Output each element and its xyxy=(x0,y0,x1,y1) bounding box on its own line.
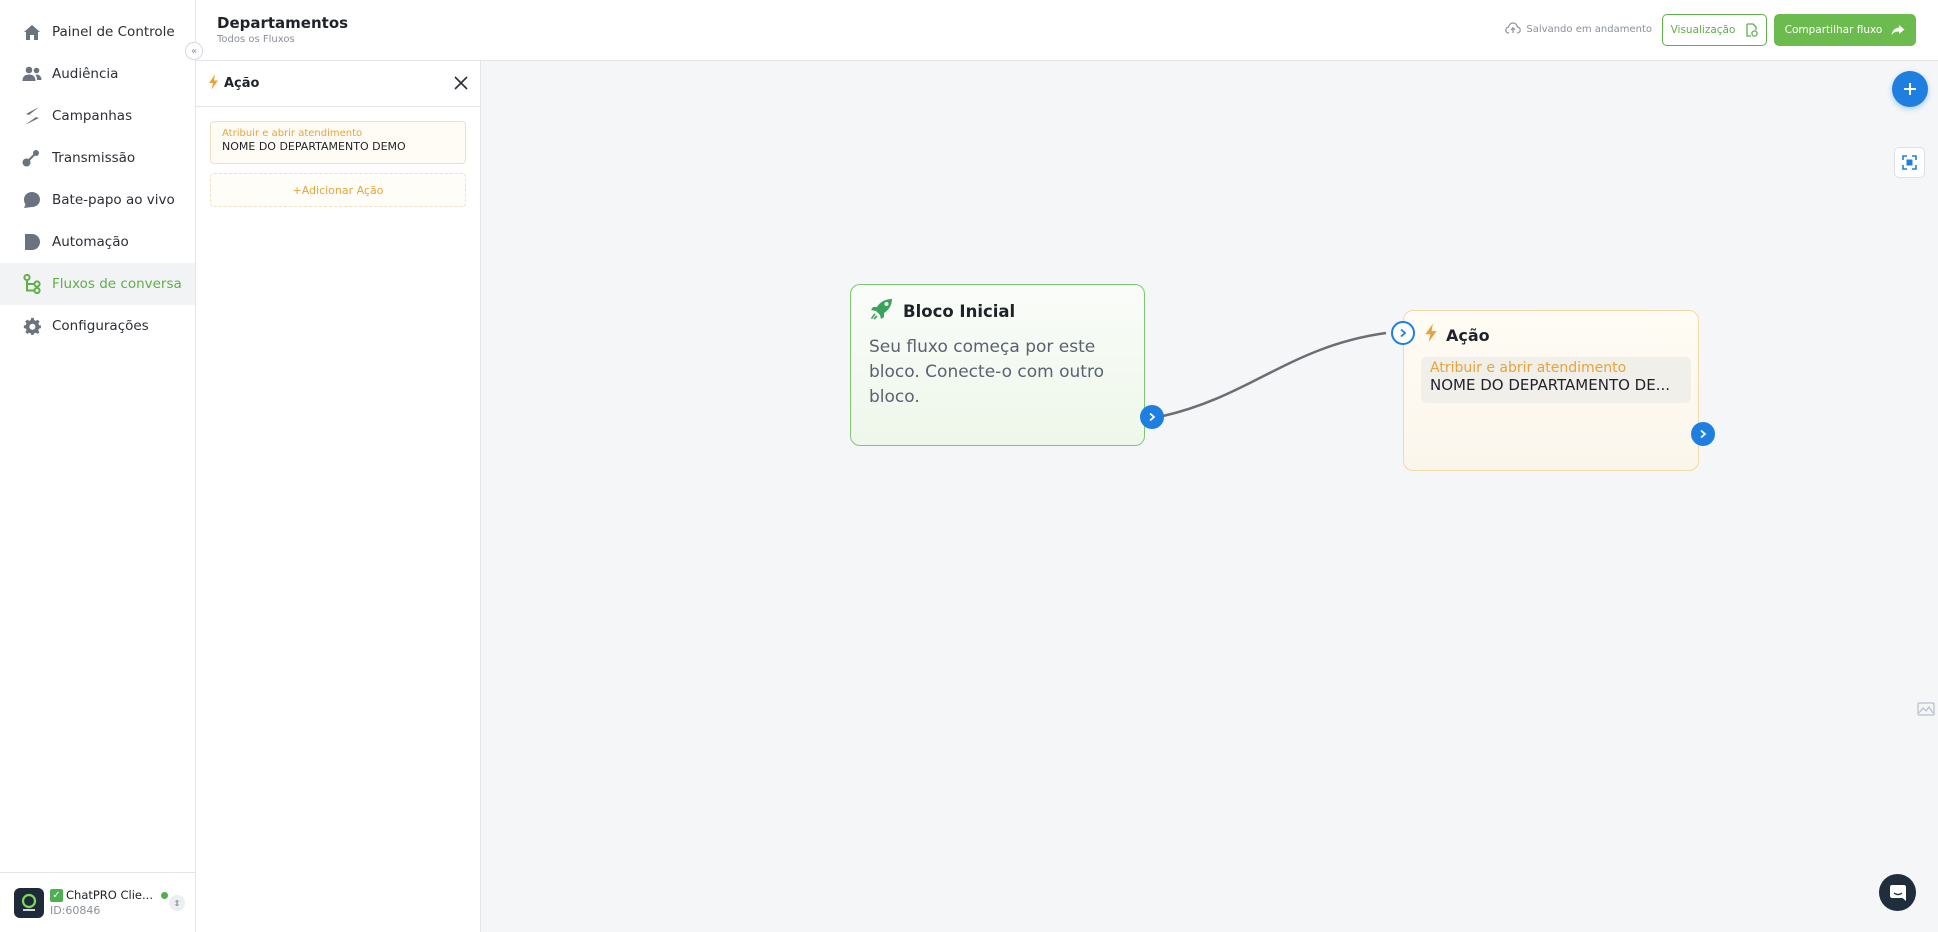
action-block-item-type: Atribuir e abrir atendimento xyxy=(1430,360,1627,376)
preview-button[interactable]: Visualização xyxy=(1662,14,1767,46)
share-flow-button[interactable]: Compartilhar fluxo xyxy=(1774,14,1916,46)
action-panel-title: Ação xyxy=(224,76,260,91)
campaign-icon xyxy=(22,106,42,126)
action-item-type: Atribuir e abrir atendimento xyxy=(222,128,363,139)
add-block-button[interactable] xyxy=(1892,71,1928,107)
expand-icon xyxy=(1902,155,1917,170)
sidebar-item-automation[interactable]: Automação xyxy=(0,221,195,263)
broadcast-icon xyxy=(22,148,42,168)
sidebar-item-label: Configurações xyxy=(52,318,149,334)
avatar xyxy=(14,887,44,918)
online-status-dot xyxy=(160,891,168,899)
flow-canvas[interactable]: Bloco Inicial Seu fluxo começa por este … xyxy=(481,61,1938,932)
page-title: Departamentos xyxy=(217,14,349,32)
lightning-icon xyxy=(1424,323,1438,347)
sidebar-item-label: Bate-papo ao vivo xyxy=(52,192,175,208)
sidebar-item-label: Fluxos de conversa xyxy=(52,276,182,292)
action-item-card[interactable]: Atribuir e abrir atendimento NOME DO DEP… xyxy=(210,121,466,164)
fit-view-button[interactable] xyxy=(1894,147,1925,178)
cloud-upload-icon xyxy=(1505,22,1522,37)
sidebar-item-audience[interactable]: Audiência xyxy=(0,53,195,95)
action-block-item[interactable]: Atribuir e abrir atendimento NOME DO DEP… xyxy=(1421,357,1691,403)
account-switcher[interactable]: ✓ ChatPRO Clie... ID:60846 ⇕ xyxy=(0,872,195,932)
lightning-icon xyxy=(208,74,219,94)
sidebar-item-label: Campanhas xyxy=(52,108,133,124)
sidebar-item-live-chat[interactable]: Bate-papo ao vivo xyxy=(0,179,195,221)
preview-button-label: Visualização xyxy=(1670,24,1736,36)
action-block-title: Ação xyxy=(1446,325,1490,345)
flow-connections xyxy=(1162,331,1387,418)
connection-edge xyxy=(1162,331,1387,418)
sidebar-item-label: Audiência xyxy=(52,66,119,82)
close-icon[interactable] xyxy=(452,74,470,92)
sidebar-item-label: Automação xyxy=(52,234,129,250)
action-block-input-port[interactable] xyxy=(1391,321,1415,345)
chat-icon xyxy=(1889,884,1906,901)
action-block-node[interactable]: Ação Atribuir e abrir atendimento NOME D… xyxy=(1403,310,1699,471)
sidebar-item-campaigns[interactable]: Campanhas xyxy=(0,95,195,137)
action-block-item-value: NOME DO DEPARTAMENTO DE... xyxy=(1430,376,1671,394)
action-panel-header: Ação xyxy=(196,61,480,107)
start-block-output-port[interactable] xyxy=(1140,405,1164,429)
plus-icon xyxy=(1904,83,1916,95)
sidebar-item-dashboard[interactable]: Painel de Controle xyxy=(0,11,195,53)
start-block-title: Bloco Inicial xyxy=(903,301,1016,321)
verified-check-icon: ✓ xyxy=(50,888,63,902)
saving-status-text: Salvando em andamento xyxy=(1526,24,1652,35)
gear-icon xyxy=(22,316,42,336)
home-icon xyxy=(22,22,42,42)
expand-account-icon[interactable]: ⇕ xyxy=(169,895,185,911)
account-id: ID:60846 xyxy=(50,904,101,917)
flow-icon xyxy=(22,274,42,294)
action-panel: Ação Atribuir e abrir atendimento NOME D… xyxy=(196,61,481,932)
share-flow-button-label: Compartilhar fluxo xyxy=(1784,24,1883,36)
saving-status: Salvando em andamento xyxy=(1505,22,1652,37)
breadcrumb-all-flows[interactable]: Todos os Fluxos xyxy=(217,34,295,45)
start-block-description: Seu fluxo começa por este bloco. Conecte… xyxy=(869,337,1104,407)
minimap-icon[interactable] xyxy=(1913,698,1938,720)
sidebar-item-label: Painel de Controle xyxy=(52,24,175,40)
rocket-icon xyxy=(870,298,894,324)
action-item-value: NOME DO DEPARTAMENTO DEMO xyxy=(222,140,406,153)
top-header: Departamentos Todos os Fluxos Salvando e… xyxy=(196,0,1938,61)
collapse-sidebar-button[interactable]: « xyxy=(185,42,203,60)
share-arrow-icon xyxy=(1891,24,1905,36)
support-chat-button[interactable] xyxy=(1879,874,1916,911)
start-block-node[interactable]: Bloco Inicial Seu fluxo começa por este … xyxy=(850,284,1145,446)
chat-bubble-icon xyxy=(22,190,42,210)
sidebar-item-broadcast[interactable]: Transmissão xyxy=(0,137,195,179)
automation-icon xyxy=(22,232,42,252)
sidebar-item-conversation-flows[interactable]: Fluxos de conversa xyxy=(0,263,195,305)
sidebar-item-settings[interactable]: Configurações xyxy=(0,305,195,347)
add-action-button[interactable]: +Adicionar Ação xyxy=(210,173,466,207)
sidebar: Painel de Controle Audiência Campanhas T… xyxy=(0,0,196,932)
sidebar-item-label: Transmissão xyxy=(52,150,136,166)
users-icon xyxy=(22,64,42,84)
action-block-output-port[interactable] xyxy=(1691,422,1715,446)
sidebar-nav: Painel de Controle Audiência Campanhas T… xyxy=(0,0,195,347)
preview-icon xyxy=(1744,23,1759,37)
account-name: ChatPRO Clie... xyxy=(66,888,153,902)
